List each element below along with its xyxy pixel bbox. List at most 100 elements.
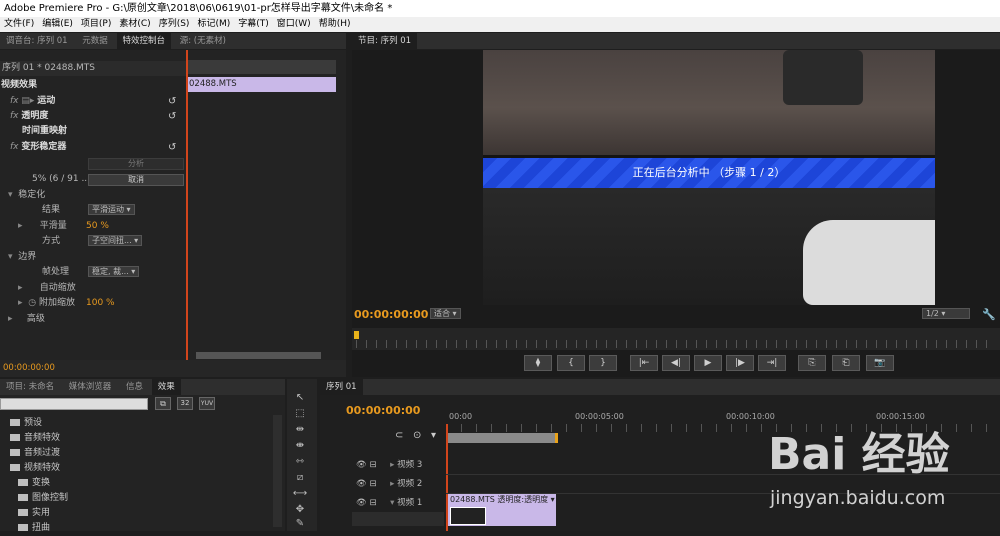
cancel-button[interactable]: 取消 xyxy=(88,174,184,186)
snap-icon[interactable]: ⊂ xyxy=(395,430,403,441)
tab-program[interactable]: 节目: 序列 01 xyxy=(352,33,418,49)
effects-tree-item[interactable]: 图像控制 xyxy=(0,491,68,506)
menu-clip[interactable]: 素材(C) xyxy=(115,17,154,32)
effects-tree-item[interactable]: 音频过渡 xyxy=(0,446,60,461)
slip-tool-icon[interactable]: ⟷ xyxy=(292,487,308,501)
effects-tree-item[interactable]: 预设 xyxy=(0,416,42,431)
addscale-value[interactable]: 100 % xyxy=(86,296,115,311)
mark-in-button[interactable]: { xyxy=(557,355,585,371)
rolling-edit-tool-icon[interactable]: ⇼ xyxy=(292,439,308,453)
result-dropdown[interactable]: 平滑运动 ▾ xyxy=(88,204,135,215)
tab-sequence[interactable]: 序列 01 xyxy=(320,379,363,395)
effects-search-input[interactable] xyxy=(0,398,148,410)
frame-dropdown[interactable]: 稳定, 裁... ▾ xyxy=(88,266,140,277)
mini-timeline-scrollbar[interactable] xyxy=(196,352,321,359)
32bit-effects-icon[interactable]: 32 xyxy=(177,397,193,410)
tab-effects[interactable]: 效果 xyxy=(151,379,181,395)
method-dropdown[interactable]: 子空间扭... ▾ xyxy=(88,235,143,246)
mark-out-button[interactable]: } xyxy=(589,355,617,371)
selection-tool-icon[interactable]: ↖ xyxy=(292,391,308,405)
tab-project[interactable]: 项目: 未命名 xyxy=(0,379,60,395)
lock-icon[interactable]: ⊟ xyxy=(370,460,377,470)
effects-tree-item[interactable]: 变换 xyxy=(0,476,50,491)
tab-info[interactable]: 信息 xyxy=(120,379,149,395)
reset-icon[interactable]: ↺ xyxy=(168,111,176,122)
lock-icon[interactable]: ⊟ xyxy=(370,498,377,508)
wrench-icon[interactable]: 🔧 xyxy=(982,308,996,321)
yuv-effects-icon[interactable]: YUV xyxy=(199,397,215,410)
razor-tool-icon[interactable]: ⧄ xyxy=(292,471,308,485)
menu-file[interactable]: 文件(F) xyxy=(0,17,38,32)
work-area-bar[interactable] xyxy=(446,433,558,443)
mini-timeline-clip[interactable]: 02488.MTS xyxy=(186,77,336,92)
go-to-in-button[interactable]: |⇤ xyxy=(630,355,658,371)
reset-icon[interactable]: ↺ xyxy=(168,96,176,107)
tab-media-browser[interactable]: 媒体浏览器 xyxy=(63,379,118,395)
go-to-out-button[interactable]: ⇥| xyxy=(758,355,786,371)
track-header-video1: 👁 ⊟ ▾ 视频 1 xyxy=(356,498,423,508)
extract-button[interactable]: ⎗ xyxy=(832,355,860,371)
effects-tree-item[interactable]: 扭曲 xyxy=(0,521,50,536)
effect-time-remap[interactable]: 时间重映射 xyxy=(0,124,67,139)
menu-title[interactable]: 字幕(T) xyxy=(234,17,273,32)
add-marker-button[interactable]: ⧫ xyxy=(524,355,552,371)
lift-button[interactable]: ⎘ xyxy=(798,355,826,371)
export-frame-button[interactable]: 📷 xyxy=(866,355,894,371)
step-forward-button[interactable]: |▶ xyxy=(726,355,754,371)
menu-help[interactable]: 帮助(H) xyxy=(315,17,355,32)
effects-tree-item[interactable]: 视频特效 xyxy=(0,461,60,476)
effect-warp-stabilizer[interactable]: fx 变形稳定器 xyxy=(0,140,66,155)
addscale-row[interactable]: ▸ ◷ 附加缩放 xyxy=(0,296,75,311)
timeline-ruler[interactable]: 00:00 00:00:05:00 00:00:10:00 00:00:15:0… xyxy=(445,410,1000,424)
tab-effect-controls[interactable]: 特效控制台 xyxy=(116,33,172,49)
menu-marker[interactable]: 标记(M) xyxy=(193,17,234,32)
program-timecode[interactable]: 00:00:00:00 xyxy=(354,308,428,321)
tab-source[interactable]: 源: (无素材) xyxy=(174,33,232,49)
stopwatch-icon[interactable]: ◷ xyxy=(28,298,36,308)
program-ruler xyxy=(356,340,996,348)
effect-motion[interactable]: fx ▤▸ 运动 xyxy=(0,94,55,109)
timeline-clip-header[interactable]: 02488.MTS 透明度:透明度 ▾ xyxy=(448,494,556,506)
tab-audio-mixer[interactable]: 调音台: 序列 01 xyxy=(0,33,74,49)
advanced-group[interactable]: ▸ 高级 xyxy=(0,312,45,327)
analysis-progress: 5% (6 / 91 ... xyxy=(32,174,91,184)
slide-tool-icon[interactable]: ✥ xyxy=(292,503,308,517)
eye-icon[interactable]: 👁 xyxy=(356,479,367,489)
menu-project[interactable]: 项目(P) xyxy=(77,17,115,32)
pen-tool-icon[interactable]: ✎ xyxy=(292,517,308,531)
rate-stretch-tool-icon[interactable]: ⇿ xyxy=(292,455,308,469)
menu-window[interactable]: 窗口(W) xyxy=(273,17,315,32)
marker-icon[interactable]: ▾ xyxy=(431,430,436,441)
effect-time-remap-label: 时间重映射 xyxy=(22,126,68,136)
linked-selection-icon[interactable]: ⊙ xyxy=(413,430,421,441)
eye-icon[interactable]: 👁 xyxy=(356,498,367,508)
effect-opacity[interactable]: fx 透明度 xyxy=(0,109,48,124)
stabilize-group[interactable]: ▾ 稳定化 xyxy=(0,188,45,203)
effects-scrollbar[interactable] xyxy=(273,415,282,527)
accelerated-effects-icon[interactable]: ⧉ xyxy=(155,397,171,410)
timeline-timecode[interactable]: 00:00:00:00 xyxy=(346,404,420,417)
eye-icon[interactable]: 👁 xyxy=(356,460,367,470)
track-select-tool-icon[interactable]: ⬚ xyxy=(292,407,308,421)
lock-icon[interactable]: ⊟ xyxy=(370,479,377,489)
menu-edit[interactable]: 编辑(E) xyxy=(38,17,77,32)
menu-sequence[interactable]: 序列(S) xyxy=(155,17,194,32)
ruler-label: 00:00:10:00 xyxy=(726,412,775,421)
effects-tree-item[interactable]: 实用 xyxy=(0,506,50,521)
program-monitor-tabs: 节目: 序列 01 xyxy=(352,33,1000,49)
autoscale-row[interactable]: ▸ 自动缩放 xyxy=(0,281,76,296)
fit-dropdown[interactable]: 适合 ▾ xyxy=(430,308,461,319)
step-back-button[interactable]: ◀| xyxy=(662,355,690,371)
ripple-edit-tool-icon[interactable]: ⇹ xyxy=(292,423,308,437)
tab-metadata[interactable]: 元数据 xyxy=(76,33,114,49)
play-button[interactable]: ▶ xyxy=(694,355,722,371)
border-group[interactable]: ▾ 边界 xyxy=(0,250,36,265)
folder-icon xyxy=(10,449,20,456)
track-keyframe-controls[interactable] xyxy=(352,512,444,526)
effects-tree-item[interactable]: 音频特效 xyxy=(0,431,60,446)
reset-icon[interactable]: ↺ xyxy=(168,142,176,153)
resolution-dropdown[interactable]: 1/2 ▾ xyxy=(922,308,970,319)
analyze-button[interactable]: 分析 xyxy=(88,158,184,170)
smooth-value[interactable]: 50 % xyxy=(86,219,109,234)
program-playhead-icon[interactable] xyxy=(354,331,359,339)
